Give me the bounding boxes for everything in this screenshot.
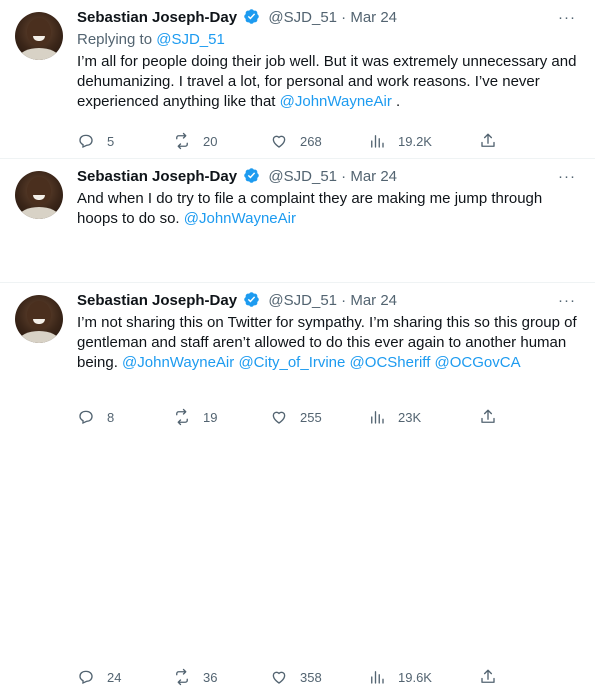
replying-prefix: Replying to: [77, 31, 157, 48]
action-bar: 24 36 358 19.6K: [77, 667, 507, 687]
reply-count: 24: [107, 669, 122, 685]
verified-icon: [244, 292, 259, 307]
reply-count: 5: [107, 133, 115, 149]
avatar-shirt: [19, 48, 59, 60]
more-icon[interactable]: ···: [558, 8, 576, 28]
tweet-content: Sebastian Joseph-Day @SJD_51 · Mar 24 ··…: [77, 8, 580, 112]
verified-icon: [244, 168, 259, 183]
reply-button[interactable]: 24: [77, 667, 121, 687]
avatar-head: [27, 177, 51, 205]
retweet-count: 36: [203, 669, 218, 685]
retweet-button[interactable]: 36: [173, 667, 217, 687]
tweet-content: Sebastian Joseph-Day @SJD_51 · Mar 24 ··…: [77, 167, 580, 229]
display-name[interactable]: Sebastian Joseph-Day: [77, 9, 237, 26]
action-bar: 5 20 268 19.2K: [77, 131, 507, 151]
views-icon: [371, 671, 384, 684]
tweet-3[interactable]: Sebastian Joseph-Day @SJD_51 · Mar 24 ··…: [0, 283, 595, 686]
like-button[interactable]: 268: [270, 131, 322, 151]
more-icon[interactable]: ···: [558, 167, 576, 187]
like-button[interactable]: 358: [270, 667, 322, 687]
separator-dot: ·: [341, 9, 347, 26]
mention-link[interactable]: @OCGovCA: [435, 354, 521, 371]
avatar-head: [27, 301, 51, 329]
retweet-icon: [176, 668, 188, 686]
retweet-button[interactable]: 20: [173, 131, 217, 151]
reply-button[interactable]: 5: [77, 131, 114, 151]
mention-link[interactable]: @JohnWayneAir: [122, 354, 234, 371]
views-count: 19.6K: [398, 669, 432, 685]
tweet-date[interactable]: Mar 24: [350, 292, 397, 309]
views-button[interactable]: 19.2K: [368, 131, 432, 151]
handle[interactable]: @SJD_51: [268, 168, 337, 185]
tweet-text: And when I do try to file a complaint th…: [77, 189, 580, 229]
views-count: 19.2K: [398, 133, 432, 149]
separator-dot: ·: [341, 292, 347, 309]
replying-to: Replying to @SJD_51: [77, 30, 580, 50]
reply-icon: [79, 134, 93, 149]
display-name[interactable]: Sebastian Joseph-Day: [77, 292, 237, 309]
tweet-header: Sebastian Joseph-Day @SJD_51 · Mar 24 ··…: [77, 167, 580, 187]
like-icon: [272, 135, 286, 148]
tweet-suffix: .: [391, 93, 401, 110]
replying-handle-link[interactable]: @SJD_51: [156, 31, 225, 48]
more-icon[interactable]: ···: [558, 291, 576, 311]
tweet-text: I’m all for people doing their job well.…: [77, 52, 580, 112]
verified-icon: [244, 9, 259, 24]
like-count: 358: [300, 669, 322, 685]
tweet-text: I’m not sharing this on Twitter for symp…: [77, 313, 580, 373]
mention-link[interactable]: @JohnWayneAir: [280, 93, 392, 110]
mention-link[interactable]: @City_of_Irvine: [238, 354, 345, 371]
tweet-header: Sebastian Joseph-Day @SJD_51 · Mar 24 ··…: [77, 8, 580, 28]
retweet-count: 20: [203, 133, 218, 149]
retweet-icon: [176, 132, 188, 150]
share-icon: [481, 669, 495, 683]
handle[interactable]: @SJD_51: [268, 292, 337, 309]
share-icon: [481, 133, 495, 147]
avatar[interactable]: [15, 12, 63, 60]
tweet-header: Sebastian Joseph-Day @SJD_51 · Mar 24 ··…: [77, 291, 580, 311]
views-button[interactable]: 19.6K: [368, 667, 432, 687]
display-name[interactable]: Sebastian Joseph-Day: [77, 168, 237, 185]
avatar[interactable]: [15, 171, 63, 219]
views-icon: [371, 135, 384, 148]
mention-link[interactable]: @OCSheriff: [350, 354, 431, 371]
share-button[interactable]: [479, 131, 497, 151]
avatar-head: [27, 18, 51, 46]
avatar[interactable]: [15, 295, 63, 343]
share-button[interactable]: [479, 667, 497, 687]
handle[interactable]: @SJD_51: [268, 9, 337, 26]
reply-icon: [79, 670, 93, 685]
tweet-date[interactable]: Mar 24: [350, 168, 397, 185]
tweet-date[interactable]: Mar 24: [350, 9, 397, 26]
separator-dot: ·: [341, 168, 347, 185]
tweet-1[interactable]: Sebastian Joseph-Day @SJD_51 · Mar 24 ··…: [0, 0, 595, 159]
mention-link[interactable]: @JohnWayneAir: [184, 210, 296, 227]
like-count: 268: [300, 133, 322, 149]
tweet-body: And when I do try to file a complaint th…: [77, 190, 543, 227]
tweet-content: Sebastian Joseph-Day @SJD_51 · Mar 24 ··…: [77, 291, 580, 373]
avatar-shirt: [19, 207, 59, 219]
like-icon: [272, 671, 286, 684]
avatar-shirt: [19, 331, 59, 343]
tweet-2[interactable]: Sebastian Joseph-Day @SJD_51 · Mar 24 ··…: [0, 159, 595, 426]
